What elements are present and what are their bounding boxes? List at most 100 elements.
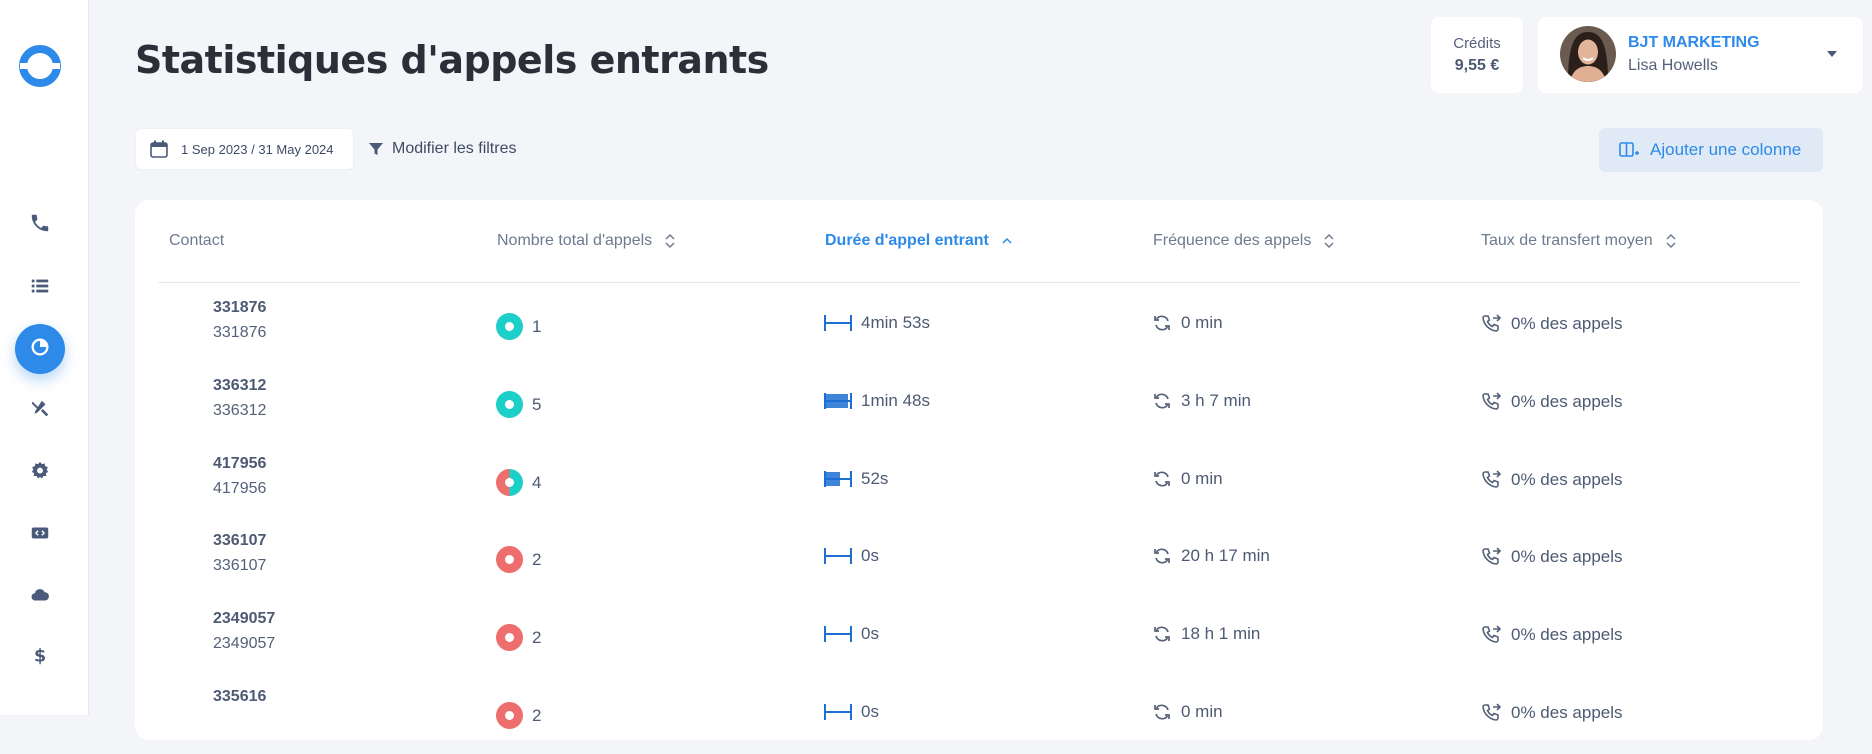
phone-forward-icon <box>1480 391 1502 413</box>
column-header-frequency-label: Fréquence des appels <box>1153 232 1312 249</box>
sort-icon <box>1666 233 1676 249</box>
total-calls-cell: 4 <box>496 469 541 496</box>
phone-forward-icon <box>1480 702 1502 724</box>
filter-icon <box>369 143 383 155</box>
total-calls-value: 2 <box>532 627 542 647</box>
phone-forward-icon <box>1480 469 1502 491</box>
answered-ratio-icon <box>496 624 523 651</box>
company-name: BJT MARKETING <box>1628 34 1760 51</box>
sidebar-item-calls[interactable] <box>15 200 65 250</box>
frequency-value: 18 h 1 min <box>1181 624 1261 643</box>
account-menu[interactable]: BJT MARKETING Lisa Howells <box>1538 17 1863 93</box>
duration-bar-icon <box>824 703 852 721</box>
total-calls-cell: 2 <box>496 546 541 573</box>
frequency-cell: 0 min <box>1152 469 1223 489</box>
avatar <box>1560 26 1616 82</box>
column-header-inbound-duration[interactable]: Durée d'appel entrant <box>825 232 1013 250</box>
table-row[interactable]: 2349057 2349057 2 0s 18 h 1 min 0% des a… <box>135 598 1823 676</box>
answered-ratio-icon <box>496 391 523 418</box>
transfer-cell: 0% des appels <box>1480 391 1623 413</box>
gear-icon <box>29 460 51 487</box>
column-header-transfer-rate[interactable]: Taux de transfert moyen <box>1481 232 1677 250</box>
frequency-cell: 0 min <box>1152 702 1223 722</box>
column-header-contact-label: Contact <box>169 232 225 249</box>
contact-cell[interactable]: 331876 331876 <box>213 299 266 342</box>
duration-bar-icon <box>824 314 852 332</box>
transfer-value: 0% des appels <box>1511 314 1623 333</box>
list-icon <box>29 275 51 302</box>
duration-bar-icon <box>824 470 852 488</box>
column-header-frequency[interactable]: Fréquence des appels <box>1153 232 1335 250</box>
total-calls-value: 2 <box>532 549 542 569</box>
table-row[interactable]: 335616 2 0s 0 min 0% des appels <box>135 676 1823 754</box>
frequency-value: 20 h 17 min <box>1181 546 1270 565</box>
transfer-value: 0% des appels <box>1511 470 1623 489</box>
contact-name: 336107 <box>213 532 267 549</box>
transfer-value: 0% des appels <box>1511 547 1623 566</box>
sidebar-item-billing[interactable]: $ <box>15 632 65 682</box>
total-calls-cell: 1 <box>496 313 541 340</box>
contact-cell[interactable]: 417956 417956 <box>213 455 266 498</box>
table-row[interactable]: 331876 331876 1 4min 53s 0 min 0% des ap… <box>135 287 1823 365</box>
column-header-total-calls[interactable]: Nombre total d'appels <box>497 232 676 250</box>
duration-cell: 0s <box>824 624 879 644</box>
refresh-icon <box>1152 469 1172 489</box>
table-row[interactable]: 336312 336312 5 1min 48s 3 h 7 min 0% de… <box>135 365 1823 443</box>
frequency-value: 0 min <box>1181 702 1223 721</box>
transfer-cell: 0% des appels <box>1480 702 1623 724</box>
total-calls-cell: 2 <box>496 624 541 651</box>
phone-forward-icon <box>1480 546 1502 568</box>
duration-value: 1min 48s <box>861 391 930 410</box>
frequency-value: 0 min <box>1181 469 1223 488</box>
calendar-icon <box>150 140 168 158</box>
frequency-cell: 18 h 1 min <box>1152 624 1260 644</box>
transfer-value: 0% des appels <box>1511 625 1623 644</box>
caret-down-icon <box>1825 47 1839 61</box>
contact-number: 336312 <box>213 402 267 419</box>
contact-cell[interactable]: 336312 336312 <box>213 377 266 420</box>
duration-cell: 0s <box>824 702 879 722</box>
duration-value: 0s <box>861 546 879 565</box>
sidebar-item-cloud[interactable] <box>15 572 65 622</box>
sidebar-item-developers[interactable] <box>15 510 65 560</box>
total-calls-cell: 2 <box>496 702 541 729</box>
duration-cell: 0s <box>824 546 879 566</box>
duration-value: 0s <box>861 624 879 643</box>
contact-cell[interactable]: 336107 336107 <box>213 532 266 575</box>
app-logo[interactable] <box>18 44 62 88</box>
add-column-button[interactable]: Ajouter une colonne <box>1599 128 1823 172</box>
duration-cell: 52s <box>824 469 888 489</box>
contact-number: 331876 <box>213 324 267 341</box>
pie-chart-icon <box>29 336 51 363</box>
sidebar-item-list[interactable] <box>15 263 65 313</box>
credits-value: 9,55 € <box>1454 57 1500 74</box>
total-calls-value: 4 <box>532 472 542 492</box>
sidebar-item-statistics[interactable] <box>15 324 65 374</box>
duration-bar-icon <box>824 625 852 643</box>
refresh-icon <box>1152 546 1172 566</box>
duration-value: 52s <box>861 469 889 488</box>
date-range-filter[interactable]: 1 Sep 2023 / 31 May 2024 <box>135 128 354 170</box>
modify-filters-button[interactable]: Modifier les filtres <box>368 140 516 158</box>
frequency-cell: 0 min <box>1152 313 1223 333</box>
sidebar-item-settings[interactable] <box>15 448 65 498</box>
sort-icon <box>665 233 675 249</box>
contact-name: 331876 <box>213 299 267 316</box>
transfer-cell: 0% des appels <box>1480 469 1623 491</box>
duration-bar-icon <box>824 392 852 410</box>
column-header-inbound-duration-label: Durée d'appel entrant <box>825 232 989 249</box>
answered-ratio-icon <box>496 313 523 340</box>
credits-label: Crédits <box>1453 35 1501 52</box>
sidebar-item-tools[interactable] <box>15 386 65 436</box>
contact-cell[interactable]: 2349057 2349057 <box>213 610 275 653</box>
add-column-label: Ajouter une colonne <box>1650 140 1802 159</box>
contact-cell[interactable]: 335616 <box>213 688 266 713</box>
table-row[interactable]: 417956 417956 4 52s 0 min 0% des appels <box>135 443 1823 521</box>
sort-icon <box>1324 233 1334 249</box>
contact-name: 336312 <box>213 377 267 394</box>
phone-icon <box>29 212 51 239</box>
column-header-contact[interactable]: Contact <box>169 232 224 250</box>
table-row[interactable]: 336107 336107 2 0s 20 h 17 min 0% des ap… <box>135 520 1823 598</box>
modify-filters-label: Modifier les filtres <box>392 140 517 157</box>
contact-number: 417956 <box>213 480 267 497</box>
